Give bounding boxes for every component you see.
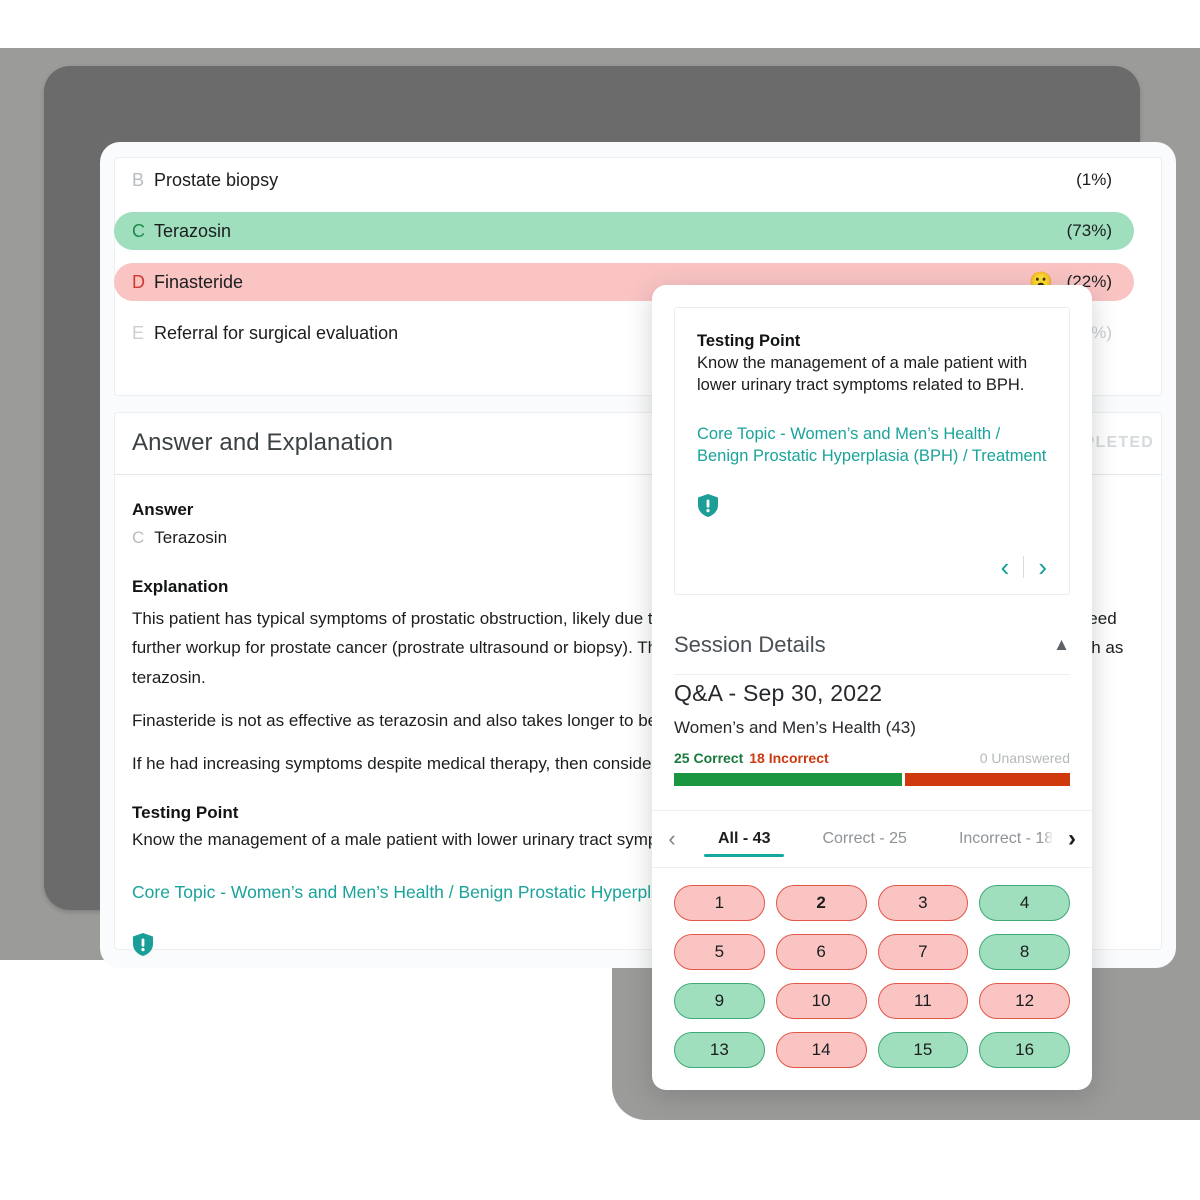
chevron-up-icon[interactable]: ▲ bbox=[1053, 635, 1070, 655]
tab-incorrect[interactable]: Incorrect - 18 bbox=[933, 811, 1052, 867]
option-letter: E bbox=[132, 322, 145, 343]
session-subtitle: Women’s and Men’s Health (43) bbox=[674, 718, 916, 737]
progress-segment-correct bbox=[674, 773, 903, 786]
question-chip[interactable]: 10 bbox=[775, 983, 867, 1019]
stats-left: 25 Correct 18 Incorrect bbox=[674, 750, 829, 766]
option-letter: C bbox=[132, 220, 145, 241]
option-letter: D bbox=[132, 271, 145, 292]
answer-text: Terazosin bbox=[154, 528, 228, 548]
session-details-header[interactable]: Session Details ▲ bbox=[674, 615, 1070, 675]
answer-option-c[interactable]: C Terazosin (73%) bbox=[114, 212, 1134, 250]
option-percent: (1%) bbox=[1076, 170, 1112, 189]
popup-testing-point-text: Know the management of a male patient wi… bbox=[697, 354, 1028, 395]
question-chip[interactable]: 11 bbox=[877, 983, 969, 1019]
nav-separator bbox=[1023, 556, 1025, 578]
question-chip[interactable]: 15 bbox=[877, 1032, 969, 1068]
incorrect-count-label: 18 Incorrect bbox=[749, 750, 829, 766]
popup-flag-shield-icon[interactable] bbox=[697, 493, 1047, 523]
session-summary: Q&A - Sep 30, 2022 Women’s and Men’s Hea… bbox=[674, 680, 1070, 786]
answer-option-b[interactable]: B Prostate biopsy (1%) bbox=[114, 161, 1134, 199]
screenshot-stage: B Prostate biopsy (1%) C Terazosin (73%)… bbox=[0, 0, 1200, 1200]
tab-correct[interactable]: Correct - 25 bbox=[796, 811, 932, 867]
session-details-title: Session Details bbox=[674, 631, 826, 657]
testing-point-panel: Testing Point Know the management of a m… bbox=[674, 307, 1070, 595]
question-chip[interactable]: 2 bbox=[775, 885, 867, 921]
question-chip[interactable]: 14 bbox=[775, 1032, 867, 1068]
floating-panel-stack: Testing Point Know the management of a m… bbox=[652, 285, 1092, 1090]
unanswered-count-label: 0 Unanswered bbox=[979, 750, 1070, 766]
question-chip[interactable]: 7 bbox=[877, 934, 969, 970]
popup-testing-point-label: Testing Point bbox=[697, 332, 801, 350]
tabs-scroll-right-icon[interactable]: › bbox=[1052, 825, 1092, 853]
tab-all[interactable]: All - 43 bbox=[692, 811, 796, 867]
session-progress-bar bbox=[674, 773, 1070, 786]
question-chip[interactable]: 16 bbox=[979, 1032, 1070, 1068]
option-percent: (73%) bbox=[1066, 221, 1112, 240]
floating-panel: Testing Point Know the management of a m… bbox=[652, 285, 1092, 1090]
chevron-left-icon[interactable]: ‹ bbox=[1001, 554, 1010, 580]
popup-core-topic-link[interactable]: Core Topic - Women’s and Men’s Health / … bbox=[697, 423, 1047, 468]
progress-segment-incorrect bbox=[905, 773, 1070, 786]
session-stats: 25 Correct 18 Incorrect 0 Unanswered bbox=[674, 750, 1070, 766]
question-chip[interactable]: 8 bbox=[979, 934, 1070, 970]
question-chip[interactable]: 9 bbox=[674, 983, 765, 1019]
question-chip[interactable]: 1 bbox=[674, 885, 765, 921]
correct-count-label: 25 Correct bbox=[674, 750, 744, 766]
popup-nav: ‹ › bbox=[1001, 554, 1047, 580]
question-chip[interactable]: 5 bbox=[674, 934, 765, 970]
chevron-right-icon[interactable]: › bbox=[1038, 554, 1047, 580]
question-chip[interactable]: 13 bbox=[674, 1032, 765, 1068]
session-filter-tabs: ‹ All - 43 Correct - 25 Incorrect - 18 › bbox=[652, 810, 1092, 868]
answer-letter: C bbox=[132, 528, 145, 548]
question-chip[interactable]: 12 bbox=[979, 983, 1070, 1019]
option-letter: B bbox=[132, 169, 145, 190]
option-text: Prostate biopsy bbox=[154, 169, 279, 190]
question-chip[interactable]: 4 bbox=[979, 885, 1070, 921]
option-text: Terazosin bbox=[154, 220, 232, 241]
question-number-grid: 1 2 3 4 5 6 7 8 9 10 11 12 13 14 15 16 bbox=[674, 885, 1070, 1068]
question-chip[interactable]: 6 bbox=[775, 934, 867, 970]
tabs-scroll-container: All - 43 Correct - 25 Incorrect - 18 bbox=[692, 811, 1052, 867]
session-title: Q&A - Sep 30, 2022 bbox=[674, 680, 883, 706]
question-chip[interactable]: 3 bbox=[877, 885, 969, 921]
tabs-scroll-left-icon[interactable]: ‹ bbox=[652, 826, 692, 852]
